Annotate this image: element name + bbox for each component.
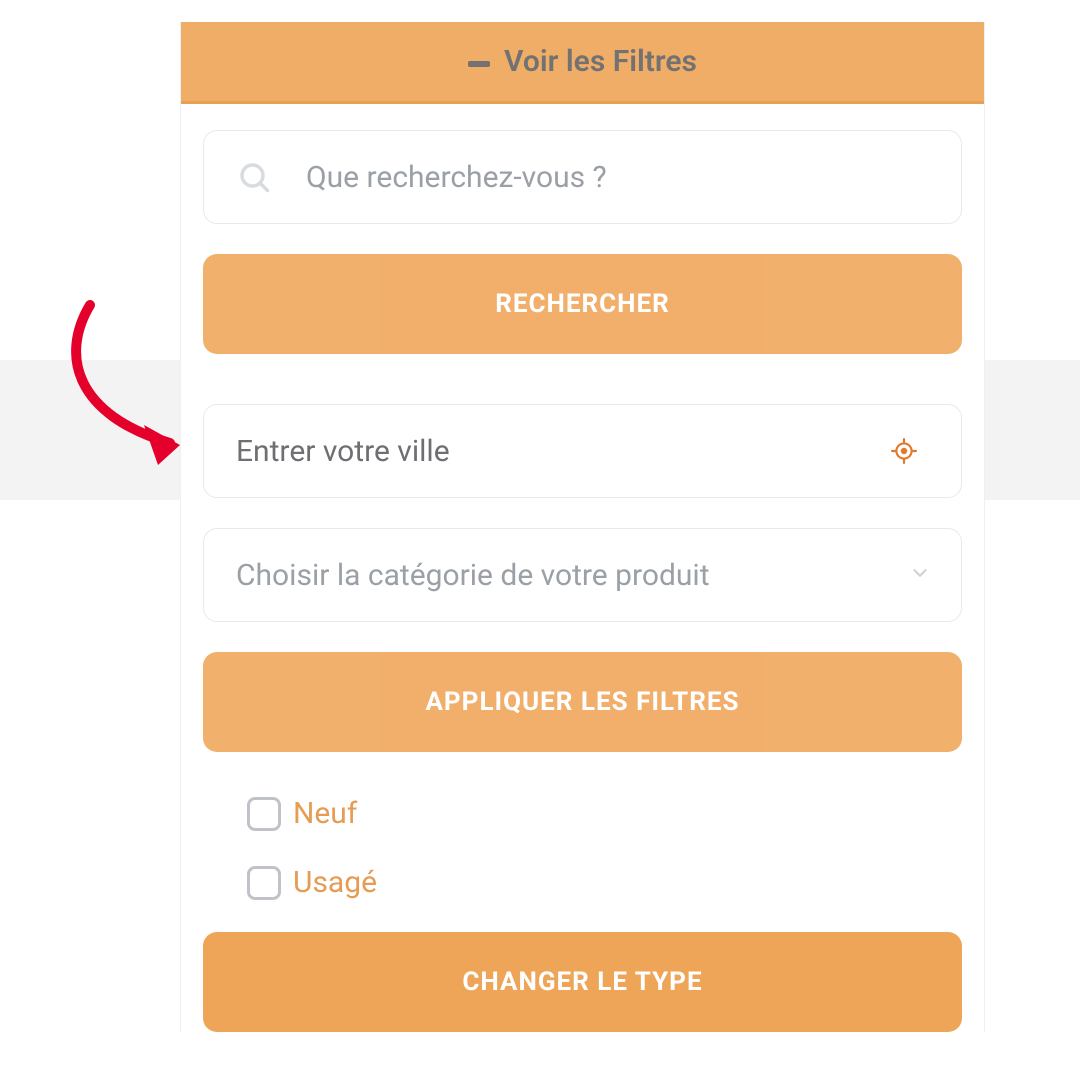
- apply-filters-button[interactable]: APPLIQUER LES FILTRES: [203, 652, 962, 752]
- search-placeholder: Que recherchez-vous ?: [306, 160, 607, 195]
- apply-filters-label: APPLIQUER LES FILTRES: [425, 687, 739, 717]
- checkbox-icon[interactable]: [247, 797, 281, 831]
- locate-icon[interactable]: [891, 438, 917, 464]
- filters-header[interactable]: Voir les Filtres: [181, 22, 984, 104]
- search-input[interactable]: Que recherchez-vous ?: [203, 130, 962, 224]
- condition-used-label: Usagé: [293, 865, 377, 900]
- change-type-label: CHANGER LE TYPE: [462, 967, 702, 997]
- category-select[interactable]: Choisir la catégorie de votre produit: [203, 528, 962, 622]
- search-button-label: RECHERCHER: [495, 289, 670, 319]
- chevron-down-icon: [909, 562, 931, 588]
- filters-header-title: Voir les Filtres: [504, 44, 697, 79]
- city-placeholder: Entrer votre ville: [236, 434, 450, 469]
- search-icon: [236, 159, 272, 195]
- category-placeholder: Choisir la catégorie de votre produit: [236, 558, 710, 593]
- search-button[interactable]: RECHERCHER: [203, 254, 962, 354]
- condition-new[interactable]: Neuf: [247, 796, 948, 831]
- condition-new-label: Neuf: [293, 796, 357, 831]
- collapse-icon: [468, 61, 490, 67]
- city-input[interactable]: Entrer votre ville: [203, 404, 962, 498]
- filters-content: Que recherchez-vous ? RECHERCHER Entrer …: [181, 104, 984, 1032]
- checkbox-icon[interactable]: [247, 866, 281, 900]
- change-type-button[interactable]: CHANGER LE TYPE: [203, 932, 962, 1032]
- filters-panel: Voir les Filtres Que recherchez-vous ? R…: [180, 22, 985, 1032]
- condition-used[interactable]: Usagé: [247, 865, 948, 900]
- condition-options: Neuf Usagé: [203, 782, 962, 902]
